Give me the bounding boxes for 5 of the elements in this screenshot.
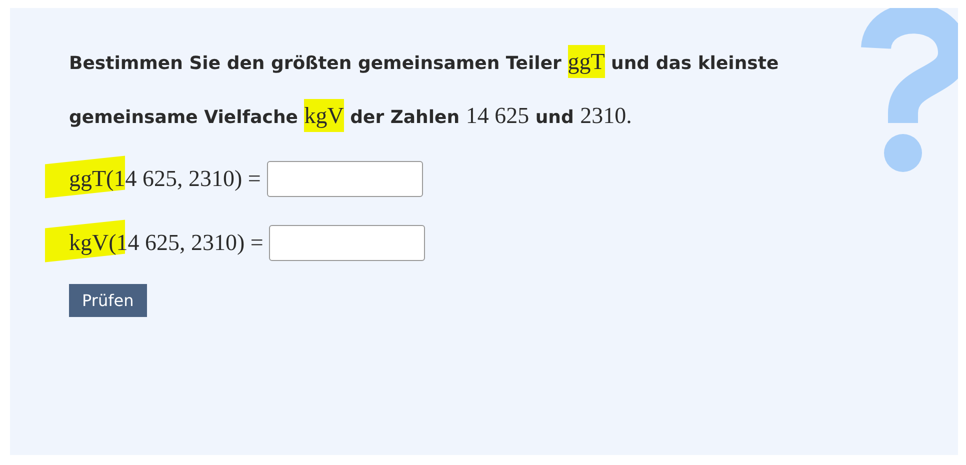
- answer-field[interactable]: [269, 225, 426, 261]
- question-mark-icon: [858, 8, 958, 173]
- question-text: Bestimmen Sie den größten gemeinsamen Teiler ggT und das kleinste gemeinsame Vielfache kgV der Zahlen 14 625 und 2310.: [69, 36, 829, 144]
- answer-field[interactable]: [266, 161, 423, 197]
- check-button[interactable]: Prüfen: [69, 284, 147, 317]
